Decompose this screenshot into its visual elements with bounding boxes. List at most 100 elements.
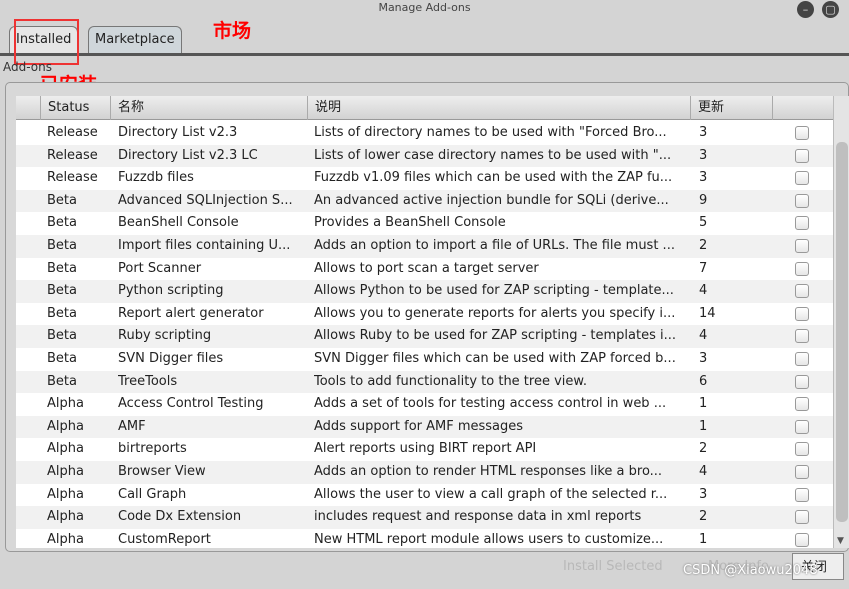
table-row[interactable]: Release Directory List v2.3 LC Lists of … (16, 144, 833, 168)
maximize-icon[interactable]: ▢ (822, 1, 839, 18)
row-status: Beta (47, 238, 77, 253)
row-checkbox[interactable] (795, 126, 809, 140)
row-description: includes request and response data in xm… (314, 509, 642, 525)
row-description: Allows you to generate reports for alert… (314, 305, 676, 321)
col-select[interactable] (772, 96, 833, 120)
row-description: Tools to add functionality to the tree v… (314, 373, 587, 389)
table-row[interactable]: Release Directory List v2.3 Lists of dir… (16, 122, 833, 145)
table-row[interactable]: Beta Ruby scripting Allows Ruby to be us… (16, 325, 833, 348)
row-update: 4 (699, 328, 708, 344)
row-status: Alpha (47, 464, 84, 479)
table-row[interactable]: Alpha CustomReport New HTML report modul… (16, 529, 833, 548)
window-title: Manage Add-ons (378, 1, 471, 14)
row-name: Advanced SQLInjection S... (118, 192, 293, 208)
table-row[interactable]: Beta Python scripting Allows Python to b… (16, 280, 833, 303)
row-name: Port Scanner (118, 260, 202, 276)
row-checkbox[interactable] (795, 171, 809, 186)
row-update: 3 (699, 125, 708, 140)
row-update: 1 (699, 531, 708, 547)
row-description: Lists of directory names to be used with… (314, 125, 667, 140)
annotation-marketplace: 市场 (213, 20, 252, 42)
row-update: 5 (699, 215, 708, 231)
row-update: 4 (699, 283, 708, 299)
row-status: Beta (47, 215, 77, 231)
row-checkbox[interactable] (795, 532, 809, 547)
scrollbar[interactable]: ▼ (833, 96, 849, 548)
row-checkbox[interactable] (795, 487, 809, 502)
row-update: 3 (699, 351, 708, 366)
row-checkbox[interactable] (795, 510, 809, 525)
row-name: Directory List v2.3 (118, 125, 238, 140)
tab-marketplace[interactable]: Marketplace (88, 26, 182, 54)
table-row[interactable]: Beta TreeTools Tools to add functionalit… (16, 370, 833, 394)
row-description: Allows the user to view a call graph of … (314, 486, 668, 502)
tab-divider (0, 53, 849, 56)
table-row[interactable]: Alpha Browser View Adds an option to ren… (16, 461, 833, 484)
row-checkbox[interactable] (795, 442, 809, 457)
row-checkbox[interactable] (795, 419, 809, 434)
table-row[interactable]: Beta Report alert generator Allows you t… (16, 303, 833, 326)
row-checkbox[interactable] (795, 352, 809, 366)
row-description: Fuzzdb v1.09 files which can be used wit… (314, 170, 673, 186)
row-checkbox[interactable] (795, 284, 809, 299)
table-row[interactable]: Alpha Access Control Testing Adds a set … (16, 393, 833, 416)
row-description: Allows Ruby to be used for ZAP scripting… (314, 328, 676, 344)
row-update: 9 (699, 192, 708, 208)
table-row[interactable]: Beta Port Scanner Allows to port scan a … (16, 258, 833, 281)
minimize-icon[interactable]: – (797, 1, 814, 18)
row-name: Directory List v2.3 LC (118, 147, 258, 163)
row-description: Adds an option to import a file of URLs.… (314, 238, 675, 253)
row-description: Allows to port scan a target server (314, 260, 539, 276)
table-row[interactable]: Alpha Code Dx Extension includes request… (16, 506, 833, 529)
row-checkbox[interactable] (795, 329, 809, 344)
row-name: Ruby scripting (118, 328, 212, 344)
table-row[interactable]: Alpha Call Graph Allows the user to view… (16, 484, 833, 507)
row-name: SVN Digger files (118, 351, 224, 366)
row-update: 4 (699, 464, 708, 479)
row-status: Release (47, 125, 98, 140)
row-description: Adds an option to render HTML responses … (314, 464, 663, 479)
col-update[interactable]: 更新 (690, 96, 772, 120)
row-checkbox[interactable] (795, 193, 809, 208)
row-name: BeanShell Console (118, 215, 239, 231)
col-status[interactable]: Status (40, 96, 89, 120)
col-name[interactable]: 名称 (110, 96, 307, 120)
scrollbar-thumb[interactable] (836, 142, 848, 522)
row-description: Alert reports using BIRT report API (314, 441, 537, 457)
row-status: Alpha (47, 418, 84, 434)
row-checkbox[interactable] (795, 216, 809, 231)
row-checkbox[interactable] (795, 397, 809, 412)
row-update: 2 (699, 509, 708, 525)
table-row[interactable]: Beta SVN Digger files SVN Digger files w… (16, 348, 833, 371)
row-description: An advanced active injection bundle for … (314, 192, 669, 208)
table-row[interactable]: Beta BeanShell Console Provides a BeanSh… (16, 212, 833, 235)
row-name: CustomReport (118, 531, 211, 547)
row-status: Beta (47, 373, 77, 389)
row-checkbox[interactable] (795, 465, 809, 479)
row-checkbox[interactable] (795, 148, 809, 163)
table-row[interactable]: Alpha birtreports Alert reports using BI… (16, 438, 833, 461)
install-selected-button[interactable]: Install Selected (555, 553, 671, 580)
table-row[interactable]: Alpha AMF Adds support for AMF messages … (16, 415, 833, 439)
col-desc[interactable]: 说明 (307, 96, 690, 120)
table-row[interactable]: Beta Advanced SQLInjection S... An advan… (16, 189, 833, 213)
row-status: Beta (47, 351, 77, 366)
row-checkbox[interactable] (795, 261, 809, 276)
table-row[interactable]: Beta Import files containing U... Adds a… (16, 235, 833, 258)
row-status: Alpha (47, 509, 84, 525)
row-update: 6 (699, 373, 708, 389)
row-name: Python scripting (118, 283, 224, 299)
row-update: 7 (699, 260, 708, 276)
scroll-down-icon[interactable]: ▼ (837, 536, 844, 546)
row-update: 2 (699, 441, 708, 457)
row-status: Alpha (47, 441, 84, 457)
table-row[interactable]: Release Fuzzdb files Fuzzdb v1.09 files … (16, 167, 833, 190)
group-label: Add-ons (3, 60, 52, 74)
row-status: Beta (47, 328, 77, 344)
row-name: Fuzzdb files (118, 170, 194, 186)
row-name: birtreports (118, 441, 187, 457)
row-checkbox[interactable] (795, 374, 809, 389)
row-description: Lists of lower case directory names to b… (314, 147, 672, 163)
row-checkbox[interactable] (795, 306, 809, 321)
row-checkbox[interactable] (795, 239, 809, 253)
